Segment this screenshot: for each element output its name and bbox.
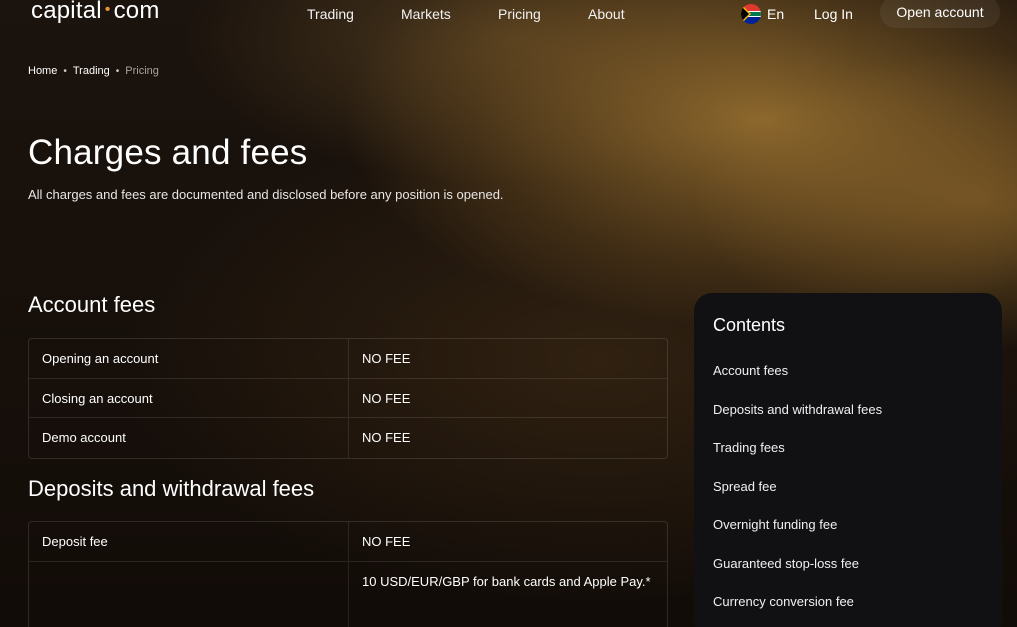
account-fees-table: Opening an account NO FEE Closing an acc… [28, 338, 668, 459]
fee-name: Deposit fee [29, 522, 349, 561]
fee-value: NO FEE [362, 430, 411, 445]
open-account-button[interactable]: Open account [880, 0, 1000, 28]
fee-value: 10 USD/EUR/GBP for bank cards and Apple … [362, 573, 651, 589]
breadcrumb: Home • Trading • Pricing [28, 65, 159, 77]
south-africa-flag-icon [741, 4, 761, 24]
language-selector[interactable]: En [741, 4, 784, 24]
nav-trading[interactable]: Trading [307, 6, 354, 22]
nav-markets[interactable]: Markets [401, 6, 451, 22]
breadcrumb-separator: • [63, 65, 67, 77]
nav-about[interactable]: About [588, 6, 625, 22]
deposits-fees-heading: Deposits and withdrawal fees [28, 476, 315, 501]
table-row: Opening an account NO FEE [29, 339, 667, 379]
login-link[interactable]: Log In [814, 6, 853, 22]
contents-panel: Contents Account fees Deposits and withd… [694, 293, 1002, 627]
breadcrumb-home[interactable]: Home [28, 65, 57, 77]
language-label: En [767, 6, 785, 22]
breadcrumb-separator: • [115, 65, 120, 77]
page-title: Charges and fees [28, 133, 308, 172]
table-row: Deposit fee NO FEE [29, 522, 667, 562]
table-row: 10 USD/EUR/GBP for bank cards and Apple … [29, 561, 667, 627]
deposits-fees-table: Deposit fee NO FEE 10 USD/EUR/GBP for ba… [28, 521, 668, 627]
table-row: Demo account NO FEE [29, 418, 667, 458]
contents-link-guaranteed-stop-loss-fee[interactable]: Guaranteed stop-loss fee [713, 556, 882, 595]
fee-value: NO FEE [362, 351, 411, 366]
table-row: Closing an account NO FEE [29, 378, 667, 418]
capital-com-logo[interactable]: capital • com [31, 0, 160, 25]
contents-title: Contents [713, 315, 786, 335]
breadcrumb-trading[interactable]: Trading [73, 65, 110, 77]
top-navigation-bar: capital • com Trading Markets Pricing Abou… [0, 0, 1017, 30]
fee-name [29, 561, 349, 627]
fee-name: Opening an account [29, 339, 349, 378]
contents-link-spread-fee[interactable]: Spread fee [713, 479, 882, 518]
fee-value: NO FEE [362, 390, 411, 406]
logo-text-left: capital [31, 0, 102, 24]
contents-link-overnight-funding-fee[interactable]: Overnight funding fee [713, 517, 882, 556]
account-fees-heading: Account fees [28, 292, 156, 317]
logo-text-right: com [113, 0, 160, 24]
page-subtitle: All charges and fees are documented and … [28, 187, 504, 202]
contents-link-currency-conversion-fee[interactable]: Currency conversion fee [713, 594, 882, 627]
fee-name: Demo account [29, 418, 349, 458]
contents-link-trading-fees[interactable]: Trading fees [713, 440, 882, 479]
logo-dot: • [104, 1, 111, 18]
nav-pricing[interactable]: Pricing [498, 6, 541, 22]
breadcrumb-current-pricing: Pricing [125, 65, 159, 77]
contents-link-deposits-withdrawal-fees[interactable]: Deposits and withdrawal fees [713, 402, 882, 441]
fee-name: Closing an account [29, 378, 349, 417]
fee-value: NO FEE [362, 534, 411, 549]
contents-link-account-fees[interactable]: Account fees [713, 363, 882, 402]
contents-list: Account fees Deposits and withdrawal fee… [713, 363, 882, 627]
